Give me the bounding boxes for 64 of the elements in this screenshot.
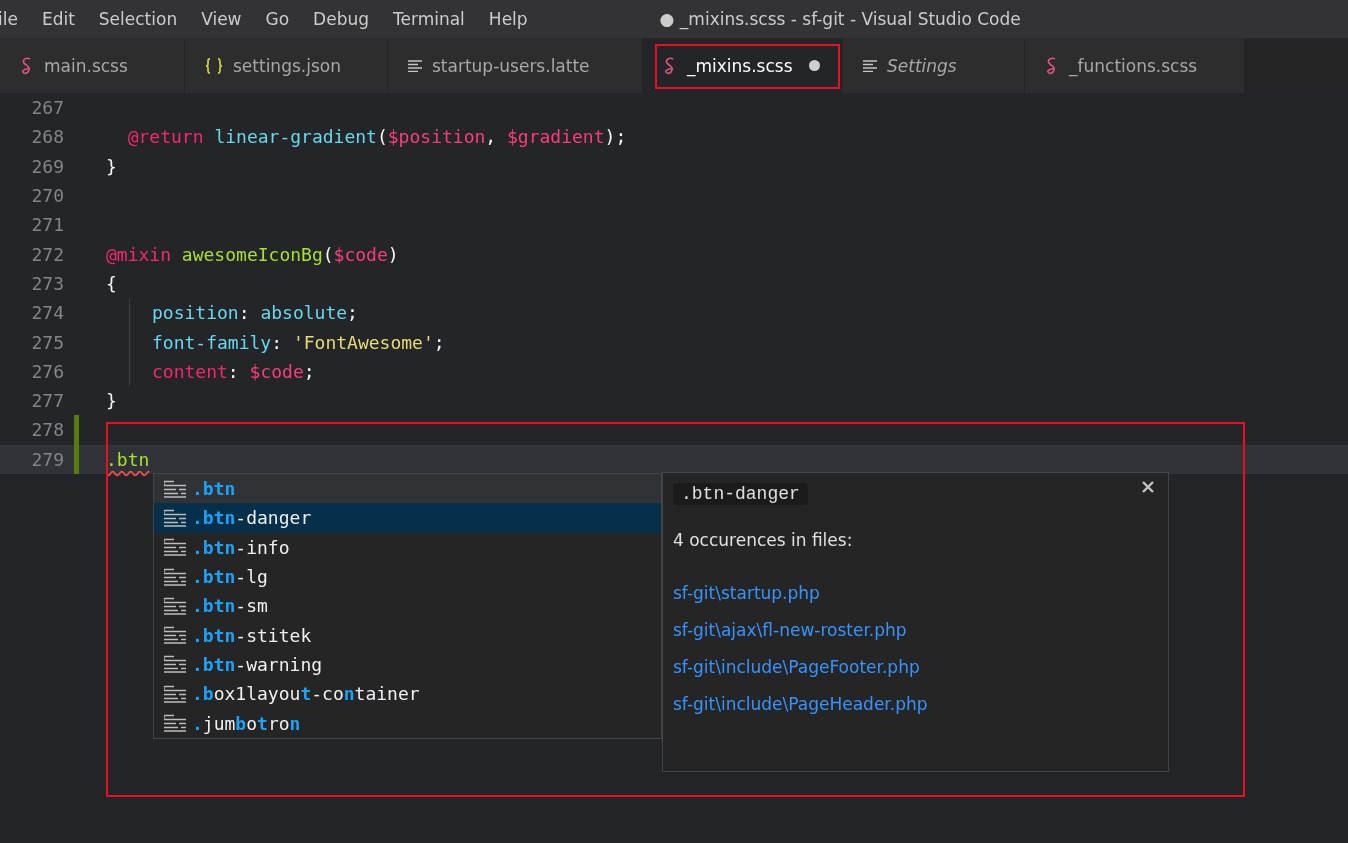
window-title: ● _mixins.scss - sf-git - Visual Studio Code (659, 9, 1021, 29)
line-number: 277 (30, 390, 64, 412)
editor-tab[interactable]: settings.json (185, 38, 388, 93)
menu-item[interactable]: Go (253, 9, 302, 29)
file-link[interactable]: sf-git\include\PageFooter.php (673, 657, 920, 677)
text-lines-icon (408, 59, 422, 72)
menu-item[interactable]: Selection (86, 9, 190, 29)
list-icon (164, 655, 186, 674)
code-line: } (106, 155, 117, 177)
line-number: 267 (30, 97, 64, 119)
line-number: 279 (30, 448, 64, 470)
list-icon (164, 508, 186, 527)
code-line: @return linear-gradient($position, $gradient); (126, 126, 627, 148)
braces-icon (205, 57, 223, 74)
list-icon (164, 684, 186, 703)
code-line: } (106, 390, 117, 412)
menu-item[interactable]: Debug (301, 9, 381, 29)
list-icon (164, 596, 186, 615)
editor-tab[interactable]: main.scss (0, 38, 185, 93)
menu-item[interactable]: Terminal (381, 9, 477, 29)
line-number: 275 (30, 331, 64, 353)
editor-tab[interactable]: _functions.scss (1025, 38, 1245, 93)
suggestion-item[interactable]: .jumbot ron (154, 708, 661, 738)
file-link[interactable]: sf-git\startup.php (673, 583, 820, 603)
editor-tab[interactable]: Settings (843, 38, 1025, 93)
file-link[interactable]: sf-git\ajax\fl-new-roster.php (673, 620, 907, 640)
list-icon (164, 626, 186, 645)
line-number: 272 (30, 243, 64, 265)
suggestion-item[interactable]: .btn-stitek (154, 620, 661, 650)
code-line: position: absolute; (152, 302, 358, 324)
list-icon (164, 479, 186, 498)
list-icon (164, 567, 186, 586)
code-line: content: $code; (152, 360, 315, 382)
suggestion-item[interactable]: .box1layout-container (154, 679, 661, 709)
text-lines-icon (863, 59, 877, 72)
close-button[interactable] (1142, 481, 1154, 493)
list-icon (164, 714, 186, 732)
occurrences-heading: 4 occurences in files: (673, 530, 854, 550)
line-number: 276 (30, 360, 64, 382)
suggestion-item[interactable]: .btn-warning (154, 649, 661, 680)
code-line: { (106, 272, 117, 294)
editor-tab[interactable]: startup-users.latte (388, 38, 643, 93)
code-line: @mixin awesomeIconBg($code) (106, 243, 399, 265)
line-number: 270 (30, 185, 64, 207)
suggestion-item[interactable]: .btn-info (154, 532, 661, 562)
suggestion-item[interactable]: .btn (154, 474, 661, 504)
list-icon (164, 538, 186, 557)
suggestion-item[interactable]: .btn-sm (154, 591, 661, 621)
menu-item[interactable]: View (189, 9, 254, 29)
line-number: 278 (30, 419, 64, 441)
code-snippet: .btn-danger (673, 483, 808, 505)
menu-item[interactable]: ile (0, 9, 30, 29)
suggestion-item[interactable]: .btn-lg (154, 561, 661, 592)
suggestion-item[interactable]: .btn-danger (154, 503, 661, 533)
line-number: 271 (30, 214, 64, 236)
menu-item[interactable]: Edit (29, 9, 87, 29)
code-line: font-family: 'FontAwesome'; (152, 331, 445, 353)
menu-item[interactable]: Help (476, 9, 540, 29)
line-number: 268 (30, 126, 64, 148)
line-number: 273 (30, 272, 64, 294)
code-line: .btn (106, 448, 150, 470)
line-number: 269 (30, 155, 64, 177)
line-number: 274 (30, 302, 64, 324)
file-link[interactable]: sf-git\include\PageHeader.php (673, 694, 928, 714)
